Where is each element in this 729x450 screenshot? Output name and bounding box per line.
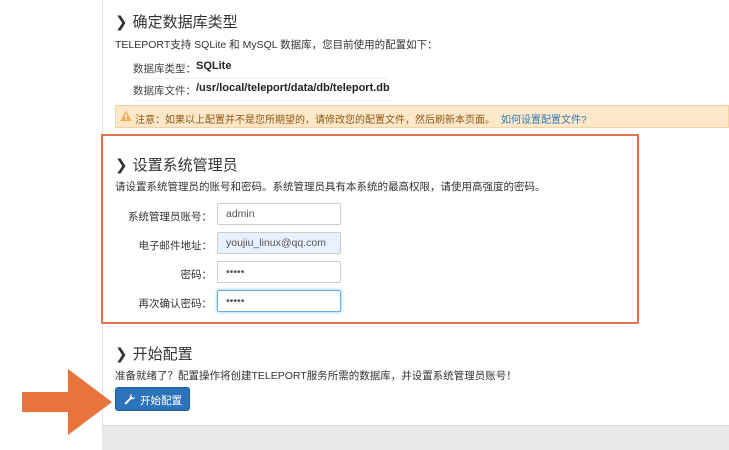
password-label: 密码： [180, 269, 213, 281]
start-config-button[interactable]: 开始配置 [115, 387, 190, 411]
confirm-password-label: 再次确认密码： [138, 298, 213, 310]
email-label: 电子邮件地址： [138, 240, 213, 252]
warning-text: 注意：如果以上配置并不是您所期望的，请修改您的配置文件，然后刷新本页面。 [135, 115, 495, 126]
email-row: 电子邮件地址： youjiu_linux@qq.com [110, 232, 350, 256]
db-section-description: TELEPORT支持 SQLite 和 MySQL 数据库，您目前使用的配置如下… [115, 39, 438, 51]
chevron-right-icon: ❯ [115, 14, 128, 31]
chevron-right-icon: ❯ [115, 157, 128, 174]
annotation-arrow [22, 369, 112, 435]
db-file-value: /usr/local/teleport/data/db/teleport.db [196, 82, 390, 94]
admin-account-label: 系统管理员账号： [128, 211, 212, 223]
start-section-title: ❯ 开始配置 [115, 343, 193, 364]
email-input[interactable]: youjiu_linux@qq.com [217, 232, 341, 254]
page-footer-band [102, 425, 729, 450]
db-type-label: 数据库类型： [133, 63, 196, 75]
wrench-icon [124, 393, 136, 405]
db-file-row: 数据库文件： /usr/local/teleport/data/db/telep… [133, 78, 391, 101]
chevron-right-icon: ❯ [115, 346, 128, 363]
warning-icon [120, 110, 132, 121]
admin-section-description: 请设置系统管理员的账号和密码。系统管理员具有本系统的最高权限，请使用高强度的密码… [115, 181, 546, 193]
config-warning-alert: 注意：如果以上配置并不是您所期望的，请修改您的配置文件，然后刷新本页面。 如何设置… [115, 105, 729, 128]
confirm-password-row: 再次确认密码： ••••• [110, 290, 350, 314]
password-input[interactable]: ••••• [217, 261, 341, 283]
config-help-link[interactable]: 如何设置配置文件? [501, 115, 587, 126]
start-config-button-label: 开始配置 [140, 395, 182, 407]
confirm-password-input[interactable]: ••••• [217, 290, 341, 312]
start-section-title-text: 开始配置 [132, 346, 193, 363]
admin-section-title: ❯ 设置系统管理员 [115, 154, 238, 175]
admin-section-title-text: 设置系统管理员 [132, 157, 238, 174]
db-type-row: 数据库类型： SQLite [133, 56, 388, 79]
db-section-title: ❯ 确定数据库类型 [115, 11, 238, 32]
start-section-description: 准备就绪了？配置操作将创建TELEPORT服务所需的数据库，并设置系统管理员账号… [115, 370, 517, 382]
password-row: 密码： ••••• [110, 261, 350, 285]
db-section-title-text: 确定数据库类型 [132, 14, 238, 31]
db-type-value: SQLite [196, 60, 232, 72]
admin-account-input[interactable]: admin [217, 203, 341, 225]
db-file-label: 数据库文件： [133, 85, 196, 97]
admin-account-row: 系统管理员账号： admin [110, 203, 350, 227]
